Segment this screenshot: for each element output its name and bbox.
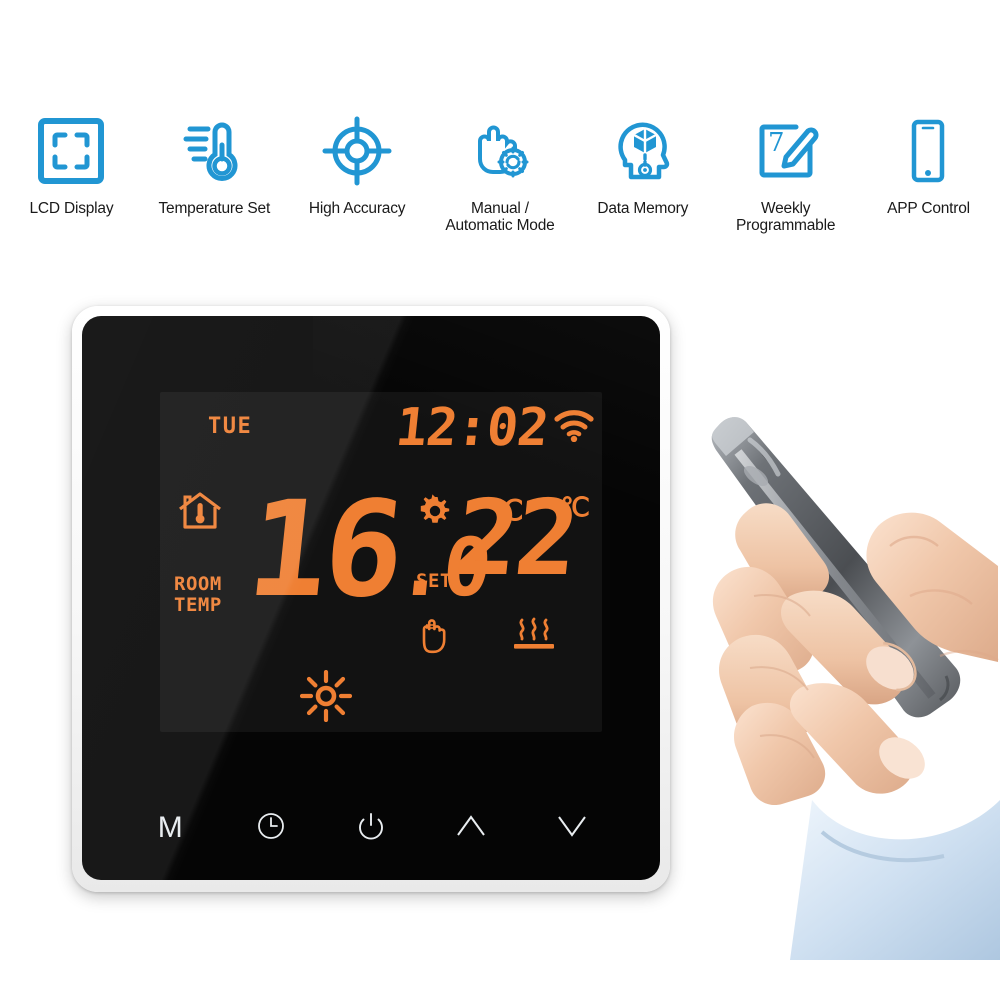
floor-heating-icon (510, 616, 558, 661)
feature-weekly-programmable: 7 Weekly Programmable (724, 112, 848, 234)
crosshair-target-icon (318, 112, 396, 190)
feature-label: High Accuracy (308, 200, 406, 217)
touch-button-bar: M (82, 800, 660, 856)
clock-display: 12:02 (393, 398, 552, 458)
head-memory-icon (604, 112, 682, 190)
down-button[interactable] (541, 805, 603, 851)
thermostat-glass-panel: TUE 12:02 ROOM TEMP 16.0 ℃ SET 22 ℃ M (82, 316, 660, 880)
feature-strip: LCD Display Temperature Set High Accurac… (0, 112, 1000, 272)
weekday-label: TUE (208, 414, 253, 439)
mode-button[interactable]: M (139, 805, 201, 851)
feature-app-control: APP Control (866, 112, 990, 217)
feature-label: APP Control (887, 200, 970, 217)
power-button[interactable] (340, 805, 402, 851)
mode-button-label: M (157, 811, 183, 844)
feature-lcd-display: LCD Display (9, 112, 133, 217)
room-temp-label-line1: ROOM (174, 573, 222, 595)
svg-text:7: 7 (768, 128, 785, 158)
house-thermometer-icon (176, 490, 224, 537)
sun-icon (299, 669, 353, 727)
set-temperature-unit: ℃ (560, 492, 590, 522)
feature-label: LCD Display (29, 200, 114, 217)
clock-button[interactable] (240, 805, 302, 851)
wifi-icon (554, 408, 594, 447)
calendar-pencil-icon: 7 (747, 112, 825, 190)
feature-label: Manual / Automatic Mode (445, 200, 555, 234)
feature-label: Temperature Set (158, 200, 271, 217)
clock-icon (256, 811, 286, 846)
smartphone-icon (889, 112, 967, 190)
clock-area: 12:02 (393, 398, 594, 458)
chevron-up-icon (454, 813, 488, 844)
room-temp-label-line2: TEMP (174, 594, 222, 616)
hand-icon (416, 614, 454, 661)
lcd-screen: TUE 12:02 ROOM TEMP 16.0 ℃ SET 22 ℃ (160, 392, 602, 732)
feature-label: Weekly Programmable (736, 200, 836, 234)
lcd-display-icon (32, 112, 110, 190)
feature-data-memory: Data Memory (581, 112, 705, 217)
set-label: SET (416, 570, 452, 592)
gear-icon (418, 494, 452, 533)
room-temperature-integer: 16 (240, 473, 408, 627)
chevron-down-icon (555, 813, 589, 844)
shirt-sleeve (790, 800, 1000, 960)
room-temp-label: ROOM TEMP (174, 574, 222, 616)
product-image-canvas: LCD Display Temperature Set High Accurac… (0, 0, 1000, 1000)
thermostat-device: TUE 12:02 ROOM TEMP 16.0 ℃ SET 22 ℃ M (72, 306, 670, 892)
up-button[interactable] (440, 805, 502, 851)
hand-touch-auto-icon (461, 112, 539, 190)
feature-temperature-set: Temperature Set (152, 112, 276, 217)
hands-holding-smartphone-photo (694, 400, 1000, 960)
feature-high-accuracy: High Accuracy (295, 112, 419, 217)
feature-manual-automatic-mode: Manual / Automatic Mode (438, 112, 562, 234)
feature-label: Data Memory (597, 200, 689, 217)
power-icon (356, 811, 386, 846)
thermometer-icon (175, 112, 253, 190)
